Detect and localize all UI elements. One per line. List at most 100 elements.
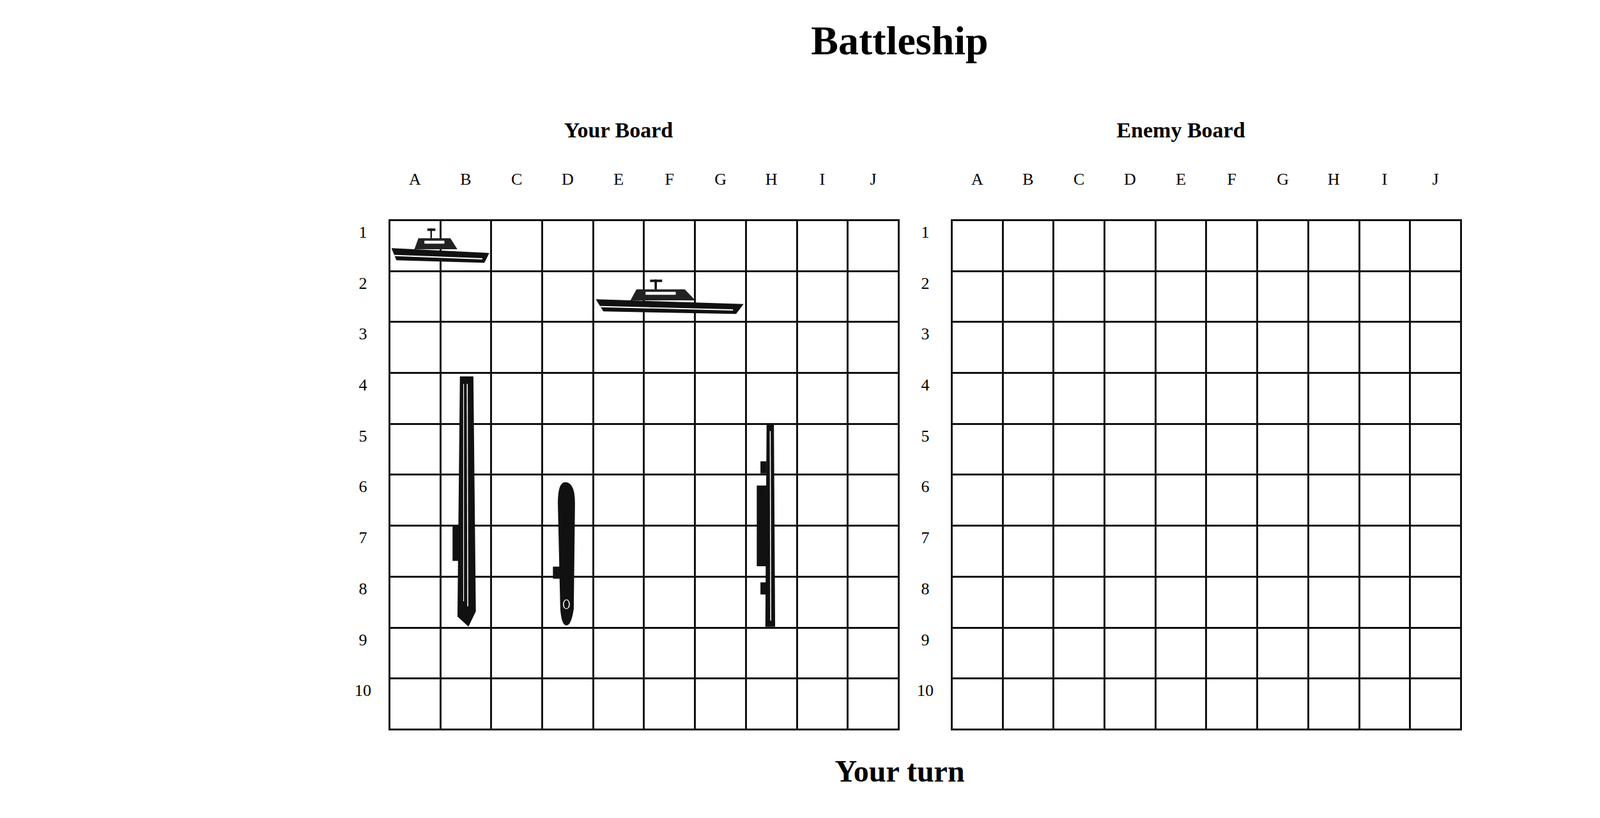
grid-cell[interactable] [1410,424,1461,475]
grid-cell[interactable] [1156,221,1206,271]
grid-cell[interactable] [1105,679,1155,729]
grid-cell[interactable] [1410,272,1461,322]
grid-cell[interactable] [1105,424,1155,475]
grid-cell[interactable] [1003,272,1054,322]
grid-cell[interactable] [952,679,1002,729]
grid-cell[interactable] [1410,373,1461,424]
grid-cell[interactable] [1207,221,1257,271]
grid-cell[interactable] [1309,373,1359,424]
grid-cell[interactable] [1156,577,1206,627]
grid-cell[interactable] [952,221,1002,271]
grid-cell[interactable] [1258,272,1308,322]
grid-cell[interactable] [1105,322,1155,372]
grid-cell[interactable] [1054,373,1104,424]
grid-cell[interactable] [952,373,1002,424]
grid-cell[interactable] [1309,322,1359,372]
grid-cell[interactable] [1410,221,1461,271]
grid-cell[interactable] [1207,628,1257,678]
grid-cell[interactable] [1360,373,1410,424]
grid-cell[interactable] [1309,475,1359,525]
grid-cell[interactable] [1207,577,1257,627]
grid-cell[interactable] [1309,221,1359,271]
grid-cell[interactable] [1360,221,1410,271]
grid-cell[interactable] [1360,424,1410,475]
grid-cell[interactable] [1360,475,1410,525]
grid-cell[interactable] [1054,272,1104,322]
grid-cell[interactable] [1156,373,1206,424]
grid-cell[interactable] [1105,526,1155,576]
grid-cell[interactable] [1054,526,1104,576]
grid-cell[interactable] [1156,628,1206,678]
grid-cell[interactable] [1105,577,1155,627]
grid-cell[interactable] [1360,679,1410,729]
grid-cell[interactable] [1360,526,1410,576]
grid-cell[interactable] [1410,577,1461,627]
grid-cell[interactable] [1105,221,1155,271]
grid-cell[interactable] [1207,373,1257,424]
grid-cell[interactable] [1207,679,1257,729]
grid-cell[interactable] [1309,424,1359,475]
grid-cell[interactable] [1410,679,1461,729]
grid-cell[interactable] [1309,272,1359,322]
grid-cell[interactable] [1258,526,1308,576]
grid-cell[interactable] [1410,526,1461,576]
grid-cell[interactable] [1003,322,1054,372]
grid-cell[interactable] [1207,322,1257,372]
grid-cell[interactable] [1410,628,1461,678]
grid-cell[interactable] [1258,577,1308,627]
grid-cell[interactable] [1410,322,1461,372]
grid-cell[interactable] [1054,628,1104,678]
grid-cell[interactable] [1003,373,1054,424]
grid-cell[interactable] [1003,424,1054,475]
grid-cell[interactable] [1258,373,1308,424]
grid-cell[interactable] [1105,475,1155,525]
grid-cell[interactable] [1054,679,1104,729]
grid-cell[interactable] [1207,272,1257,322]
grid-cell[interactable] [952,628,1002,678]
grid-cell[interactable] [1003,526,1054,576]
grid-cell[interactable] [1258,322,1308,372]
grid-cell[interactable] [1156,322,1206,372]
grid-cell[interactable] [1003,679,1054,729]
grid-cell[interactable] [1309,577,1359,627]
grid-cell[interactable] [1156,526,1206,576]
grid-cell[interactable] [1054,424,1104,475]
grid-cell[interactable] [1207,526,1257,576]
grid-cell[interactable] [1105,628,1155,678]
grid-cell[interactable] [952,475,1002,525]
grid-cell[interactable] [1105,373,1155,424]
grid-cell[interactable] [1156,679,1206,729]
grid-cell[interactable] [1207,475,1257,525]
grid-cell[interactable] [1360,577,1410,627]
grid-cell[interactable] [1207,424,1257,475]
grid-cell[interactable] [952,577,1002,627]
grid-cell[interactable] [1309,526,1359,576]
grid-cell[interactable] [1360,272,1410,322]
grid-cell[interactable] [1003,628,1054,678]
grid-cell[interactable] [1003,221,1054,271]
grid-cell[interactable] [1003,577,1054,627]
grid-cell[interactable] [1054,221,1104,271]
grid-cell[interactable] [1156,272,1206,322]
grid-cell[interactable] [952,526,1002,576]
grid-cell[interactable] [1360,322,1410,372]
grid-cell[interactable] [1258,679,1308,729]
grid-cell[interactable] [1410,475,1461,525]
grid-cell[interactable] [1054,322,1104,372]
grid-cell[interactable] [1054,577,1104,627]
grid-cell[interactable] [952,272,1002,322]
grid-cell[interactable] [1156,424,1206,475]
grid-cell[interactable] [1360,628,1410,678]
grid-cell[interactable] [952,322,1002,372]
grid-cell[interactable] [1258,424,1308,475]
grid-cell[interactable] [1258,475,1308,525]
grid-cell[interactable] [1258,221,1308,271]
grid-cell[interactable] [1309,679,1359,729]
grid-cell[interactable] [1054,475,1104,525]
grid-cell[interactable] [1309,628,1359,678]
grid-cell[interactable] [1156,475,1206,525]
grid-cell[interactable] [1258,628,1308,678]
grid-cell[interactable] [1105,272,1155,322]
grid-cell[interactable] [1003,475,1054,525]
grid-cell[interactable] [952,424,1002,475]
